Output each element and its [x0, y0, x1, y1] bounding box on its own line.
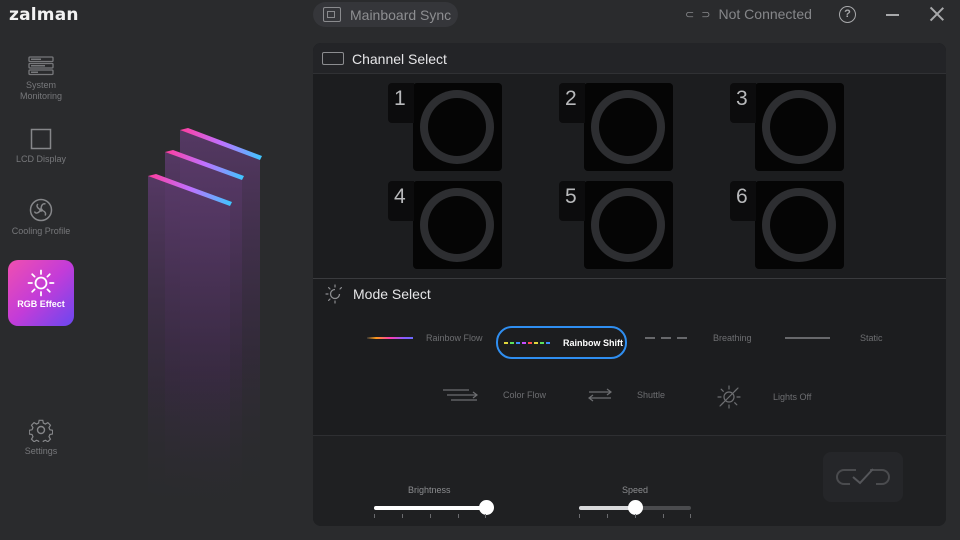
mainboard-sync-button[interactable]: Mainboard Sync [313, 2, 458, 27]
channel-3[interactable]: 3 [730, 83, 844, 171]
channel-6[interactable]: 6 [730, 181, 844, 269]
mode-rainbow-flow[interactable]: Rainbow Flow [367, 333, 483, 343]
rgb-panel: Channel Select 1 2 3 4 5 6 Mode Select R… [313, 43, 946, 526]
minimize-icon[interactable] [886, 14, 899, 16]
square-icon [30, 128, 52, 150]
apply-button[interactable] [823, 452, 903, 502]
mode-breathing[interactable]: Breathing [645, 333, 752, 343]
brightness-ticks [374, 514, 486, 519]
brightness-slider[interactable] [374, 500, 494, 515]
mode-label: Static [860, 333, 883, 343]
fan-ring-icon [420, 90, 494, 164]
speed-slider[interactable] [579, 500, 691, 515]
link-icon: ⊂ ⊃ [685, 8, 713, 21]
fan-preview [584, 83, 673, 171]
controls-section: Brightness Speed [313, 435, 946, 526]
sidebar-item-label: Settings [24, 446, 58, 456]
speed-fill [579, 506, 635, 510]
close-icon[interactable] [929, 6, 945, 22]
shuttle-icon [588, 388, 612, 402]
speed-thumb[interactable] [628, 500, 643, 515]
channel-5[interactable]: 5 [559, 181, 673, 269]
mode-label: Breathing [713, 333, 752, 343]
app-logo: zalman [9, 5, 79, 25]
fan-ring-icon [420, 188, 494, 262]
channel-2[interactable]: 2 [559, 83, 673, 171]
channel-number: 5 [559, 181, 585, 221]
speed-ticks [579, 514, 691, 519]
channel-4[interactable]: 4 [388, 181, 502, 269]
connection-status: ⊂ ⊃ Not Connected [685, 6, 812, 22]
sidebar-item-settings[interactable]: Settings [8, 418, 74, 457]
sidebar-item-label: RGB Effect [17, 299, 65, 309]
mode-static[interactable]: Static [785, 333, 883, 343]
mode-select-header: Mode Select [325, 284, 431, 304]
sidebar-item-label: System Monitoring [19, 80, 63, 101]
channel-number: 6 [730, 181, 756, 221]
gear-icon [29, 419, 53, 442]
speed-label: Speed [622, 485, 649, 495]
mode-label: Rainbow Flow [426, 333, 483, 343]
mode-label: Rainbow Shift [563, 337, 623, 348]
fan-preview [755, 83, 844, 171]
title-bar: zalman Mainboard Sync ⊂ ⊃ Not Connected … [0, 0, 960, 30]
channel-select-title: Channel Select [352, 51, 447, 67]
fan-ring-icon [591, 188, 665, 262]
help-icon[interactable]: ? [839, 6, 856, 23]
rainbow-shift-icon [504, 341, 550, 344]
fan-preview [413, 181, 502, 269]
channel-select-header: Channel Select [313, 43, 946, 74]
sun-icon [27, 269, 55, 297]
mode-color-flow[interactable]: Color Flow [443, 387, 546, 403]
mode-label: Color Flow [503, 390, 547, 400]
mode-label: Shuttle [637, 390, 666, 400]
sidebar-item-label: LCD Display [15, 154, 66, 164]
sidebar: System Monitoring LCD Display Cooling Pr… [0, 30, 82, 540]
fan-icon [29, 198, 53, 222]
channel-number: 4 [388, 181, 414, 221]
mainboard-icon [323, 7, 341, 22]
brightness-thumb[interactable] [479, 500, 494, 515]
connection-status-text: Not Connected [718, 6, 812, 22]
mode-sun-icon [325, 284, 342, 304]
channel-header-icon [322, 52, 344, 65]
fan-ring-icon [591, 90, 665, 164]
sidebar-item-system-monitoring[interactable]: System Monitoring [8, 56, 74, 102]
brightness-fill [374, 506, 486, 510]
fan-preview [584, 181, 673, 269]
static-icon [785, 337, 830, 339]
brightness-label: Brightness [408, 485, 451, 495]
fan-ring-icon [762, 188, 836, 262]
rgb-ram-illustration [147, 128, 262, 520]
fan-preview [413, 83, 502, 171]
apply-check-icon [836, 468, 890, 485]
sidebar-item-rgb-effect[interactable]: RGB Effect [8, 260, 74, 326]
mode-rainbow-shift[interactable]: Rainbow Shift [496, 326, 627, 359]
monitor-bars-icon [28, 56, 54, 76]
channel-mode-section: Channel Select 1 2 3 4 5 6 Mode Select R… [313, 43, 946, 435]
sidebar-item-cooling-profile[interactable]: Cooling Profile [8, 198, 74, 237]
mode-lights-off[interactable]: Lights Off [716, 384, 811, 410]
color-flow-icon [443, 389, 478, 401]
channel-number: 2 [559, 83, 585, 123]
rainbow-flow-icon [367, 337, 413, 339]
channel-number: 3 [730, 83, 756, 123]
channel-1[interactable]: 1 [388, 83, 502, 171]
fan-ring-icon [762, 90, 836, 164]
breathing-icon [645, 337, 691, 339]
section-divider [313, 278, 946, 279]
sidebar-item-label: Cooling Profile [11, 226, 71, 236]
lights-off-icon [717, 385, 741, 409]
channel-number: 1 [388, 83, 414, 123]
mode-shuttle[interactable]: Shuttle [587, 387, 665, 403]
mainboard-sync-label: Mainboard Sync [350, 6, 452, 23]
fan-preview [755, 181, 844, 269]
mode-label: Lights Off [773, 392, 812, 402]
mode-select-title: Mode Select [353, 286, 431, 302]
sidebar-item-lcd-display[interactable]: LCD Display [8, 128, 74, 165]
